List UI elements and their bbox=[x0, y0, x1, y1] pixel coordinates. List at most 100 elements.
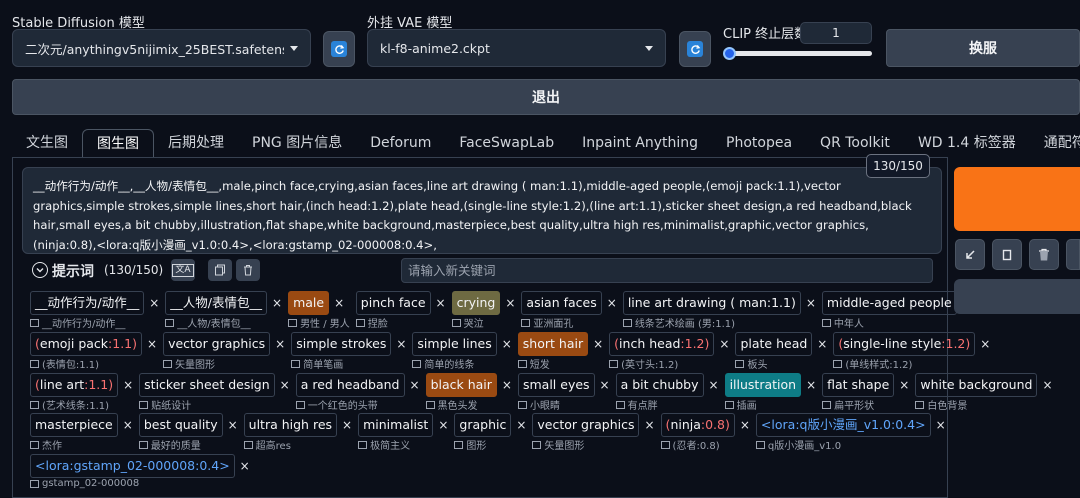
tag-chip[interactable]: small eyes × 小眼睛 bbox=[517, 373, 610, 412]
tag-text[interactable]: __人物/表情包__ bbox=[165, 291, 267, 315]
tag-text[interactable]: small eyes bbox=[517, 373, 595, 397]
tag-chip[interactable]: crying × 哭泣 bbox=[451, 291, 515, 330]
tag-remove-icon[interactable]: × bbox=[123, 418, 133, 432]
tag-remove-icon[interactable]: × bbox=[980, 337, 990, 351]
tag-remove-icon[interactable]: × bbox=[806, 378, 816, 392]
tab-wildcards[interactable]: 通配符管理 bbox=[1030, 129, 1080, 158]
tag-chip[interactable]: male × 男性 / 男人 bbox=[288, 291, 350, 330]
tag-text[interactable]: (emoji pack:1.1) bbox=[30, 332, 142, 356]
tag-remove-icon[interactable]: × bbox=[502, 337, 512, 351]
clip-slider-handle[interactable] bbox=[723, 47, 736, 60]
styles-dropdown[interactable] bbox=[954, 279, 1080, 314]
tag-edit-icon[interactable] bbox=[412, 359, 422, 368]
tag-chip[interactable]: __人物/表情包__ × __人物/表情包__ bbox=[165, 291, 282, 330]
tab-faceswaplab[interactable]: FaceSwapLab bbox=[445, 129, 568, 158]
tag-chip[interactable]: a red headband × 一个红色的头带 bbox=[295, 373, 420, 412]
tag-remove-icon[interactable]: × bbox=[505, 296, 515, 310]
tag-text[interactable]: simple strokes bbox=[291, 332, 392, 356]
tag-chip[interactable]: masterpiece × 杰作 bbox=[30, 413, 133, 452]
tag-chip[interactable]: flat shape × 扁平形状 bbox=[822, 373, 909, 412]
tag-text[interactable]: male bbox=[288, 291, 330, 315]
tag-edit-icon[interactable] bbox=[163, 359, 173, 368]
tag-remove-icon[interactable]: × bbox=[709, 378, 719, 392]
tag-chip[interactable]: illustration × 插画 bbox=[724, 373, 816, 412]
tag-chip[interactable]: best quality × 最好的质量 bbox=[138, 413, 238, 452]
tag-text[interactable]: vector graphics bbox=[532, 413, 640, 437]
tag-chip[interactable]: a bit chubby × 有点胖 bbox=[615, 373, 719, 412]
tab-png-info[interactable]: PNG 图片信息 bbox=[238, 129, 356, 158]
tag-edit-icon[interactable] bbox=[451, 318, 461, 327]
tab-deforum[interactable]: Deforum bbox=[356, 129, 445, 158]
tag-text[interactable]: ultra high res bbox=[243, 413, 338, 437]
tag-remove-icon[interactable]: × bbox=[275, 337, 285, 351]
model-refresh-button[interactable] bbox=[323, 31, 355, 67]
paste-button[interactable] bbox=[992, 239, 1022, 270]
tag-edit-icon[interactable] bbox=[615, 400, 625, 409]
tag-edit-icon[interactable] bbox=[755, 440, 765, 449]
tag-edit-icon[interactable] bbox=[358, 440, 368, 449]
tag-edit-icon[interactable] bbox=[30, 400, 39, 409]
tag-chip[interactable]: vector graphics × 矢量图形 bbox=[163, 332, 285, 371]
tag-text[interactable]: pinch face bbox=[355, 291, 431, 315]
tag-text[interactable]: graphic bbox=[454, 413, 512, 437]
tag-edit-icon[interactable] bbox=[30, 318, 39, 327]
tag-remove-icon[interactable]: × bbox=[817, 337, 827, 351]
tag-edit-icon[interactable] bbox=[517, 400, 527, 409]
tag-chip[interactable]: pinch face × 捏脸 bbox=[355, 291, 446, 330]
tag-text[interactable]: best quality bbox=[138, 413, 223, 437]
tag-remove-icon[interactable]: × bbox=[719, 337, 729, 351]
tag-edit-icon[interactable] bbox=[30, 479, 39, 488]
tag-chip[interactable]: <lora:gstamp_02-000008:0.4> × gstamp_02-00… bbox=[30, 454, 250, 489]
tag-edit-icon[interactable] bbox=[165, 318, 175, 327]
tag-edit-icon[interactable] bbox=[532, 440, 542, 449]
tag-edit-icon[interactable] bbox=[724, 400, 734, 409]
tag-edit-icon[interactable] bbox=[291, 359, 301, 368]
tag-chip[interactable]: sticker sheet design × 贴纸设计 bbox=[139, 373, 290, 412]
tag-text[interactable]: black hair bbox=[425, 373, 497, 397]
prompt-textarea[interactable]: __动作行为/动作__,__人物/表情包__,male,pinch face,c… bbox=[22, 167, 942, 254]
tag-edit-icon[interactable] bbox=[243, 440, 253, 449]
tag-text[interactable]: minimalist bbox=[358, 413, 434, 437]
tag-edit-icon[interactable] bbox=[821, 318, 831, 327]
tag-edit-icon[interactable] bbox=[355, 318, 365, 327]
tag-edit-icon[interactable] bbox=[521, 318, 531, 327]
tag-text[interactable]: middle-aged people bbox=[821, 291, 957, 315]
tab-txt2img[interactable]: 文生图 bbox=[12, 129, 82, 158]
tag-remove-icon[interactable]: × bbox=[502, 378, 512, 392]
clear-button[interactable] bbox=[236, 259, 260, 281]
tag-edit-icon[interactable] bbox=[138, 440, 148, 449]
generate-button[interactable] bbox=[954, 167, 1080, 231]
tab-img2img[interactable]: 图生图 bbox=[82, 129, 154, 158]
tag-remove-icon[interactable]: × bbox=[936, 418, 946, 432]
trash-button[interactable] bbox=[1029, 239, 1059, 270]
collapse-chevron-icon[interactable] bbox=[32, 262, 48, 278]
tag-edit-icon[interactable] bbox=[30, 359, 39, 368]
tag-remove-icon[interactable]: × bbox=[280, 378, 290, 392]
tag-edit-icon[interactable] bbox=[660, 440, 670, 449]
tag-remove-icon[interactable]: × bbox=[240, 459, 250, 473]
tag-text[interactable]: (line art:1.1) bbox=[30, 373, 119, 397]
tag-edit-icon[interactable] bbox=[295, 400, 305, 409]
tag-chip[interactable]: simple strokes × 简单笔画 bbox=[291, 332, 406, 371]
read-params-button[interactable] bbox=[955, 239, 985, 270]
tag-edit-icon[interactable] bbox=[454, 440, 464, 449]
tag-chip[interactable]: simple lines × 简单的线条 bbox=[412, 332, 512, 371]
swap-button[interactable]: 换服 bbox=[886, 29, 1080, 67]
tag-edit-icon[interactable] bbox=[425, 400, 435, 409]
tag-text[interactable]: illustration bbox=[724, 373, 802, 397]
tag-edit-icon[interactable] bbox=[139, 400, 149, 409]
tag-edit-icon[interactable] bbox=[517, 359, 527, 368]
tag-remove-icon[interactable]: × bbox=[228, 418, 238, 432]
tab-photopea[interactable]: Photopea bbox=[712, 129, 806, 158]
tag-edit-icon[interactable] bbox=[822, 400, 832, 409]
tag-text[interactable]: (single-line style:1.2) bbox=[833, 332, 976, 356]
tag-text[interactable]: flat shape bbox=[822, 373, 895, 397]
tag-text[interactable]: plate head bbox=[735, 332, 813, 356]
tag-text[interactable]: white background bbox=[915, 373, 1038, 397]
tag-remove-icon[interactable]: × bbox=[123, 378, 133, 392]
tag-chip[interactable]: (ninja:0.8) × (忍者:0.8) bbox=[660, 413, 750, 452]
tag-remove-icon[interactable]: × bbox=[600, 378, 610, 392]
tag-remove-icon[interactable]: × bbox=[436, 296, 446, 310]
tag-remove-icon[interactable]: × bbox=[147, 337, 157, 351]
tag-remove-icon[interactable]: × bbox=[272, 296, 282, 310]
